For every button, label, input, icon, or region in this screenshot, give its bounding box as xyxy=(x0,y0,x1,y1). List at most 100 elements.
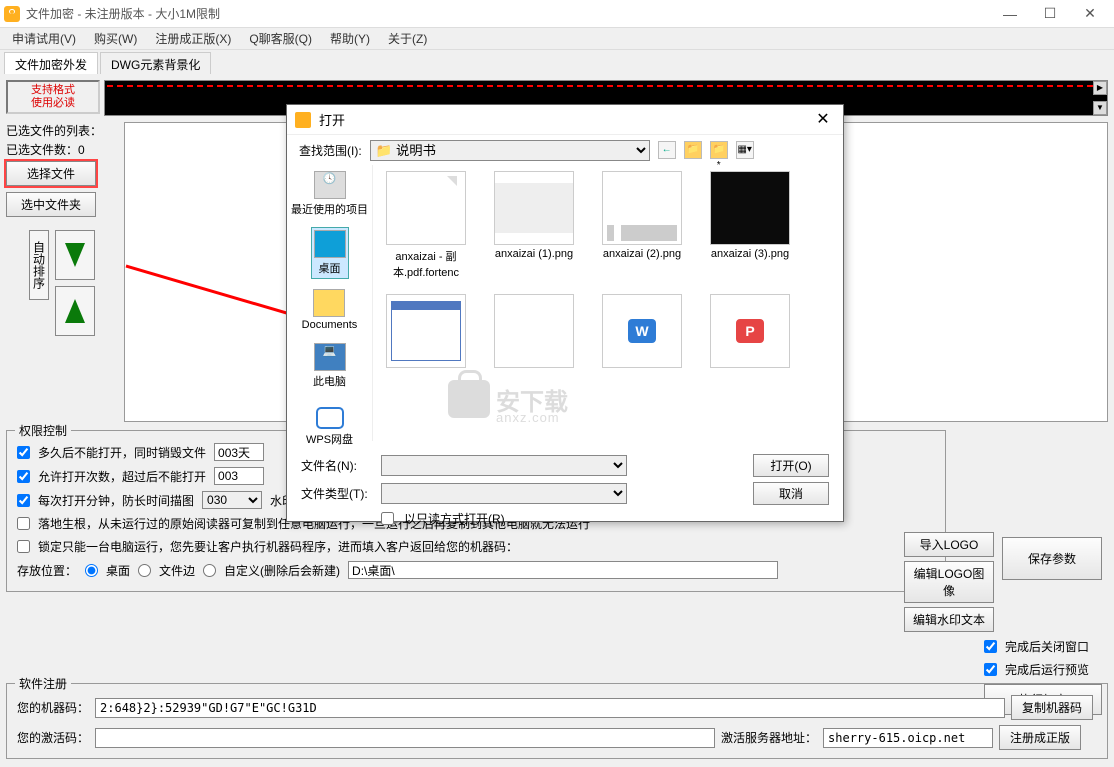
expire-checkbox[interactable] xyxy=(17,446,30,459)
radio-fileside[interactable] xyxy=(138,564,151,577)
file-thumb-icon xyxy=(494,171,574,245)
duration-label: 每次打开分钟，防长时间描图 xyxy=(38,492,194,509)
app-icon xyxy=(4,6,20,22)
file-thumb-icon xyxy=(602,171,682,245)
activate-code-label: 您的激活码： xyxy=(17,729,89,746)
server-input[interactable] xyxy=(823,728,993,748)
titlebar: 文件加密 - 未注册版本 - 大小1M限制 — ☐ ✕ xyxy=(0,0,1114,28)
duration-select[interactable]: 030 xyxy=(202,491,262,509)
registration-fieldset: 软件注册 您的机器码： 复制机器码 您的激活码： 激活服务器地址： 注册成正版 xyxy=(6,683,1108,759)
file-thumb-icon xyxy=(494,294,574,368)
maximize-button[interactable]: ☐ xyxy=(1030,0,1070,28)
sidebar-documents[interactable]: Documents xyxy=(300,287,360,333)
filename-label: 文件名(N): xyxy=(301,457,371,474)
machine-code-label: 您的机器码： xyxy=(17,699,89,716)
lock-checkbox[interactable] xyxy=(17,540,30,553)
duration-checkbox[interactable] xyxy=(17,494,30,507)
save-params-button[interactable]: 保存参数 xyxy=(1002,537,1102,580)
open-button[interactable]: 打开(O) xyxy=(753,454,829,477)
desktop-icon xyxy=(314,230,346,258)
radio-custom[interactable] xyxy=(203,564,216,577)
recent-icon: 🕓 xyxy=(314,171,346,199)
new-folder-icon[interactable]: 📁* xyxy=(710,141,728,159)
move-down-button[interactable] xyxy=(55,230,95,280)
close-after-checkbox[interactable] xyxy=(984,640,997,653)
register-official-button[interactable]: 注册成正版 xyxy=(999,725,1081,750)
file-thumb-icon: P xyxy=(710,294,790,368)
thispc-icon: 💻 xyxy=(314,343,346,371)
menu-help[interactable]: 帮助(Y) xyxy=(324,28,376,49)
readonly-label: 以只读方式打开(R) xyxy=(404,510,505,527)
file-item[interactable]: W xyxy=(595,294,689,368)
auto-sort-label[interactable]: 自动排序 xyxy=(29,230,49,300)
back-icon[interactable]: ← xyxy=(658,141,676,159)
documents-icon xyxy=(313,289,345,317)
file-thumb-icon xyxy=(386,171,466,245)
registration-legend: 软件注册 xyxy=(15,675,71,692)
file-open-dialog: 打开 ✕ 查找范围(I): 📁 说明书 ← 📁 📁* ▦▾ 🕓 最近使用的项目 … xyxy=(286,104,844,522)
up-folder-icon[interactable]: 📁 xyxy=(684,141,702,159)
cancel-button[interactable]: 取消 xyxy=(753,482,829,505)
menu-register[interactable]: 注册成正版(X) xyxy=(149,28,237,49)
file-count-label: 已选文件数：0 xyxy=(6,141,118,158)
menubar: 申请试用(V) 购买(W) 注册成正版(X) Q聊客服(Q) 帮助(Y) 关于(… xyxy=(0,28,1114,50)
radio-desktop[interactable] xyxy=(85,564,98,577)
sidebar-wps[interactable]: WPS网盘 xyxy=(304,399,355,449)
preview-after-checkbox[interactable] xyxy=(984,663,997,676)
menu-trial[interactable]: 申请试用(V) xyxy=(6,28,82,49)
move-up-button[interactable] xyxy=(55,286,95,336)
select-file-button[interactable]: 选择文件 xyxy=(6,161,96,186)
file-thumb-icon: W xyxy=(602,294,682,368)
opencount-label: 允许打开次数，超过后不能打开 xyxy=(38,468,206,485)
opencount-checkbox[interactable] xyxy=(17,470,30,483)
filename-input[interactable] xyxy=(381,455,627,476)
sidebar-desktop[interactable]: 桌面 xyxy=(311,227,349,279)
tab-encrypt[interactable]: 文件加密外发 xyxy=(4,52,98,74)
lock-label: 锁定只能一台电脑运行，您先要让客户执行机器码程序，进而填入客户返回给您的机器码： xyxy=(38,538,518,555)
root-checkbox[interactable] xyxy=(17,517,30,530)
file-item[interactable]: anxaizai (2).png xyxy=(595,171,689,280)
dialog-close-button[interactable]: ✕ xyxy=(811,108,835,132)
readonly-checkbox[interactable] xyxy=(381,512,394,525)
filetype-select[interactable] xyxy=(381,483,627,504)
file-item[interactable]: anxaizai - 副本.pdf.fortenc xyxy=(379,171,473,280)
scroll-right-icon[interactable]: ▶ xyxy=(1093,81,1107,95)
permission-legend: 权限控制 xyxy=(15,422,71,439)
savepath-input[interactable] xyxy=(348,561,778,579)
menu-qchat[interactable]: Q聊客服(Q) xyxy=(243,28,318,49)
select-folder-button[interactable]: 选中文件夹 xyxy=(6,192,96,217)
file-item[interactable] xyxy=(487,294,581,368)
edit-watermark-button[interactable]: 编辑水印文本 xyxy=(904,607,994,632)
file-item[interactable] xyxy=(379,294,473,368)
menu-about[interactable]: 关于(Z) xyxy=(382,28,433,49)
view-menu-icon[interactable]: ▦▾ xyxy=(736,141,754,159)
scroll-down-icon[interactable]: ▼ xyxy=(1093,101,1107,115)
machine-code-input[interactable] xyxy=(95,698,1005,718)
opencount-value[interactable] xyxy=(214,467,264,485)
tab-dwg[interactable]: DWG元素背景化 xyxy=(100,52,211,74)
import-logo-button[interactable]: 导入LOGO xyxy=(904,532,994,557)
activate-code-input[interactable] xyxy=(95,728,715,748)
window-title: 文件加密 - 未注册版本 - 大小1M限制 xyxy=(26,5,990,22)
file-thumb-icon xyxy=(710,171,790,245)
sidebar-recent[interactable]: 🕓 最近使用的项目 xyxy=(289,169,370,219)
saveloc-label: 存放位置： xyxy=(17,562,77,579)
file-item[interactable]: anxaizai (3).png xyxy=(703,171,797,280)
edit-logo-button[interactable]: 编辑LOGO图像 xyxy=(904,561,994,603)
scope-select[interactable]: 📁 说明书 xyxy=(370,140,650,161)
close-button[interactable]: ✕ xyxy=(1070,0,1110,28)
filetype-label: 文件类型(T): xyxy=(301,485,371,502)
file-item[interactable]: P xyxy=(703,294,797,368)
tabbar: 文件加密外发 DWG元素背景化 xyxy=(0,50,1114,74)
server-label: 激活服务器地址： xyxy=(721,729,817,746)
copy-machine-button[interactable]: 复制机器码 xyxy=(1011,695,1093,720)
dialog-title: 打开 xyxy=(319,110,811,129)
sidebar-thispc[interactable]: 💻 此电脑 xyxy=(311,341,348,391)
dialog-icon xyxy=(295,112,311,128)
format-support-button[interactable]: 支持格式 使用必读 xyxy=(6,80,100,114)
file-item[interactable]: anxaizai (1).png xyxy=(487,171,581,280)
expire-label: 多久后不能打开，同时销毁文件 xyxy=(38,444,206,461)
minimize-button[interactable]: — xyxy=(990,0,1030,28)
expire-value[interactable] xyxy=(214,443,264,461)
menu-buy[interactable]: 购买(W) xyxy=(88,28,143,49)
